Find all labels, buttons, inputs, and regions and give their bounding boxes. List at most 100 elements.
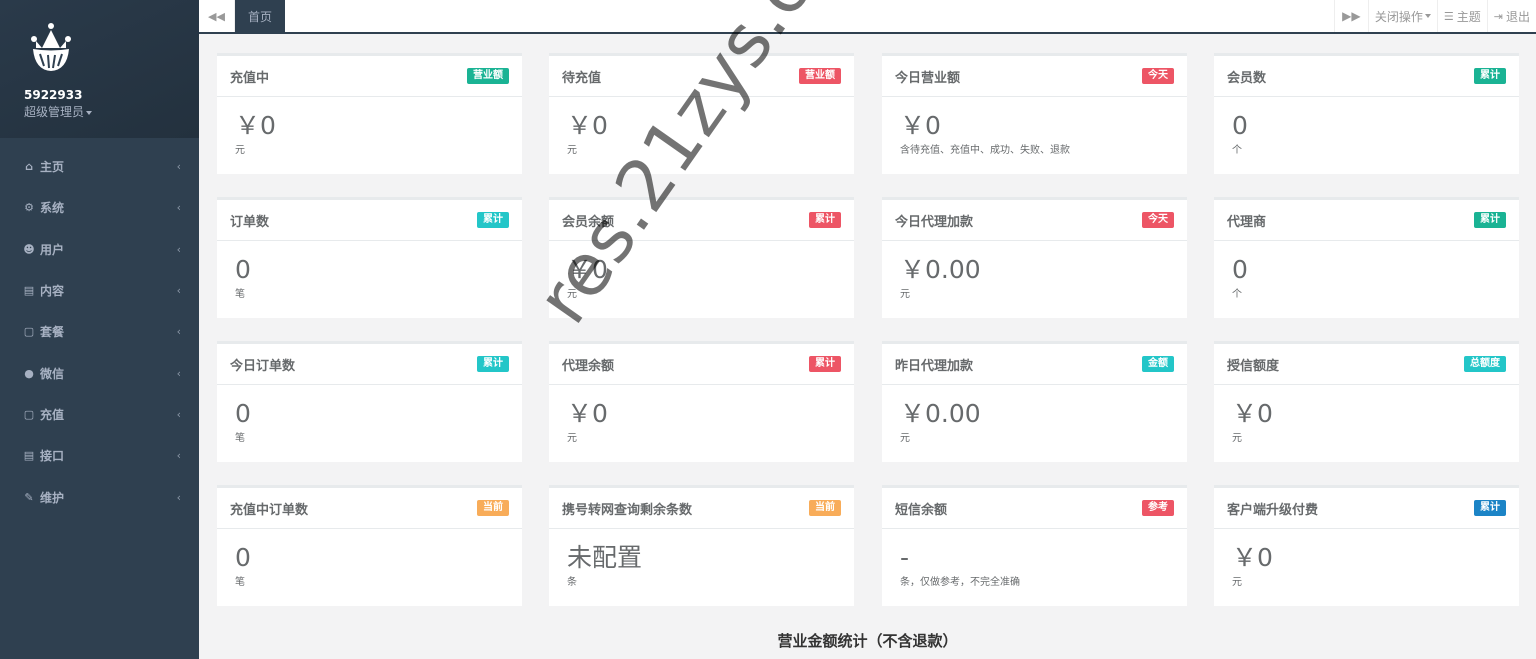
scroll-tabs-left-button[interactable]: ◀◀: [199, 0, 235, 32]
forward-icon: ▶▶: [1342, 9, 1361, 23]
stat-card-title: 昨日代理加款: [895, 358, 974, 374]
logout-button[interactable]: ⇥ 退出: [1486, 0, 1536, 32]
stat-card: 订单数 累计 0 笔: [217, 197, 522, 318]
sidebar-item-maintenance[interactable]: ✎ 维护 ‹: [0, 476, 199, 517]
stat-card-badge: 累计: [477, 212, 509, 228]
sidebar-item-label: 微信: [40, 366, 65, 381]
file-text-icon: ▢: [23, 325, 35, 339]
stat-card-badge: 累计: [809, 212, 841, 228]
stat-card-body: ￥0 含待充值、充值中、成功、失败、退款: [882, 97, 1187, 166]
stat-card-title: 代理余额: [562, 358, 615, 374]
sidebar-item-system[interactable]: ⚙ 系统 ‹: [0, 187, 199, 228]
stat-card-header: 代理余额 累计: [549, 344, 854, 385]
stat-card-value: 0: [1232, 111, 1248, 140]
chevron-left-icon: ‹: [176, 366, 181, 380]
stat-card-value: 0: [235, 543, 251, 572]
chevron-left-icon: ‹: [176, 325, 181, 339]
stat-card: 客户端升级付费 累计 ￥0 元: [1214, 485, 1519, 606]
sidebar-item-wechat[interactable]: ● 微信 ‹: [0, 352, 199, 393]
stat-card: 昨日代理加款 金额 ￥0.00 元: [882, 341, 1187, 462]
stat-card-header: 代理商 累计: [1214, 200, 1519, 241]
scroll-tabs-right-button[interactable]: ▶▶: [1333, 0, 1368, 32]
stat-card-header: 授信额度 总额度: [1214, 344, 1519, 385]
stat-card-unit: 笔: [235, 577, 245, 588]
sidebar-item-content[interactable]: ▤ 内容 ‹: [0, 270, 199, 311]
stat-card-body: ￥0 元: [549, 241, 854, 310]
stat-card-badge: 营业额: [467, 68, 509, 84]
stat-card-body: 0笔: [217, 241, 522, 310]
close-operations-dropdown[interactable]: 关闭操作: [1367, 0, 1437, 32]
stat-card-unit: 笔: [235, 433, 245, 444]
wechat-icon: ●: [24, 366, 34, 380]
home-icon: ⌂: [25, 160, 33, 174]
chevron-left-icon: ‹: [176, 242, 181, 256]
caret-down-icon: [86, 110, 93, 115]
stat-card-title: 携号转网查询剩余条数: [562, 502, 693, 518]
chevron-left-icon: ‹: [176, 201, 181, 215]
stat-card-badge: 当前: [477, 500, 509, 516]
stat-card-badge: 营业额: [799, 68, 841, 84]
stat-card-body: ￥0.00 元: [882, 385, 1187, 454]
sidebar-item-label: 用户: [40, 242, 65, 257]
chevron-left-icon: ‹: [176, 284, 181, 298]
stat-card: 会员余额 累计 ￥0 元: [549, 197, 854, 318]
role-label: 超级管理员: [24, 105, 85, 119]
stat-card-body: 0笔: [217, 529, 522, 598]
dashboard-content: 充值中 营业额 ￥0 元待充值 营业额 ￥0 元今日营业额 今天 ￥0 含待充值、充值中、成功、失…: [199, 34, 1536, 659]
stat-card-body: 0个: [1214, 97, 1519, 166]
stat-card-value: 0: [235, 399, 251, 428]
stat-card-value: 0: [1232, 255, 1248, 284]
stat-card: 携号转网查询剩余条数 当前 未配置条: [549, 485, 854, 606]
stat-card-body: 0笔: [217, 385, 522, 454]
sidebar-menu: ⌂ 主页 ‹ ⚙ 系统 ‹ ☻ 用户 ‹ ▤ 内容 ‹ ▢ 套餐 ‹ ● 微信 ‹ ▢ 充值 ‹ ▤ 接口 ‹ …: [0, 146, 199, 518]
stat-card-title: 今日营业额: [895, 70, 961, 86]
stat-card-title: 短信余额: [895, 502, 948, 518]
stat-card: 短信余额 参考 - 条，仅做参考，不完全准确: [882, 485, 1187, 606]
stat-card-value: 未配置: [567, 543, 643, 572]
theme-label: 主题: [1456, 9, 1481, 24]
wrench-icon: ✎: [24, 490, 34, 504]
sidebar-item-api[interactable]: ▤ 接口 ‹: [0, 435, 199, 476]
stat-card: 代理余额 累计 ￥0 元: [549, 341, 854, 462]
sidebar-item-label: 套餐: [40, 325, 65, 340]
theme-button[interactable]: ☰ 主题: [1436, 0, 1487, 32]
stat-card-title: 会员余额: [562, 214, 615, 230]
stat-card-header: 充值中 营业额: [217, 56, 522, 97]
stat-card-unit: 含待充值、充值中、成功、失败、退款: [900, 145, 1070, 156]
stat-card: 待充值 营业额 ￥0 元: [549, 53, 854, 174]
stat-card-value: ￥0: [1232, 543, 1273, 572]
stat-card-header: 今日订单数 累计: [217, 344, 522, 385]
backward-icon: ◀◀: [208, 9, 225, 23]
stat-card-body: 未配置条: [549, 529, 854, 598]
stat-card-header: 充值中订单数 当前: [217, 488, 522, 529]
chevron-left-icon: ‹: [176, 160, 181, 174]
sidebar-item-package[interactable]: ▢ 套餐 ‹: [0, 311, 199, 352]
sidebar-item-recharge[interactable]: ▢ 充值 ‹: [0, 394, 199, 435]
stat-card-value: 0: [235, 255, 251, 284]
stat-card-value: ￥0: [235, 111, 276, 140]
topbar-actions: ▶▶ 关闭操作 ☰ 主题 ⇥ 退出: [1333, 0, 1536, 32]
stat-card-badge: 累计: [1474, 212, 1506, 228]
sidebar-item-label: 接口: [40, 449, 65, 464]
stat-card: 充值中 营业额 ￥0 元: [217, 53, 522, 174]
stat-card: 授信额度 总额度 ￥0 元: [1214, 341, 1519, 462]
list-icon: ☰: [1443, 9, 1454, 23]
chevron-left-icon: ‹: [176, 407, 181, 421]
stat-card-value: ￥0: [567, 111, 608, 140]
stat-card-title: 会员数: [1227, 70, 1267, 86]
stat-card-value: -: [900, 543, 910, 572]
sidebar: 5922933 超级管理员 ⌂ 主页 ‹ ⚙ 系统 ‹ ☻ 用户 ‹ ▤ 内容 ‹ ▢ 套餐 ‹ ●…: [0, 0, 199, 659]
tab-home[interactable]: 首页: [235, 0, 285, 32]
stat-card-header: 订单数 累计: [217, 200, 522, 241]
stat-card-value: ￥0.00: [900, 399, 981, 428]
stat-card-value: ￥0: [567, 255, 608, 284]
sidebar-item-home[interactable]: ⌂ 主页 ‹: [0, 146, 199, 187]
stat-card: 会员数 累计 0 个: [1214, 53, 1519, 174]
sidebar-item-users[interactable]: ☻ 用户 ‹: [0, 229, 199, 270]
role-dropdown[interactable]: 超级管理员: [24, 103, 199, 120]
stat-card-title: 客户端升级付费: [1227, 502, 1319, 518]
user-id: 5922933: [24, 88, 83, 102]
logout-label: 退出: [1505, 9, 1530, 24]
stat-card-unit: 个: [1232, 289, 1242, 300]
sidebar-item-label: 主页: [40, 160, 65, 175]
